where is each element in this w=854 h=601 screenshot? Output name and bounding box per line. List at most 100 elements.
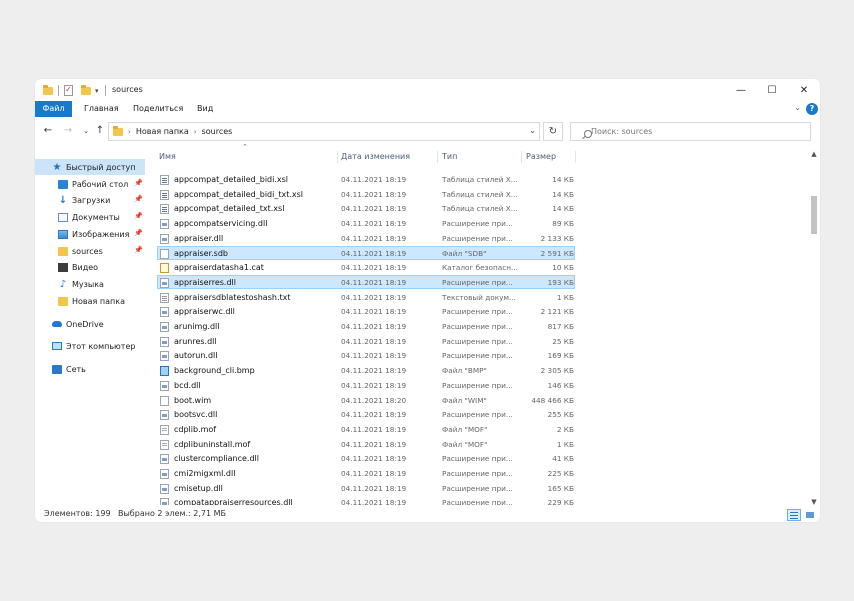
pin-icon[interactable]: 📌 [134,246,143,254]
nav-video[interactable]: Видео [35,259,145,275]
minimize-button[interactable]: — [726,79,756,101]
tab-file[interactable]: Файл [35,101,72,117]
dll-file-icon [160,351,169,362]
large-icons-view-icon[interactable] [803,509,817,521]
nav-downloads[interactable]: ↓ Загрузки 📌 [35,192,145,208]
table-row[interactable]: cmisetup.dll 04.11.2021 18:19 Расширение п… [157,481,575,495]
file-name: appcompat_detailed_txt.xsl [174,204,285,214]
table-row[interactable]: clustercompliance.dll 04.11.2021 18:19 Рас… [157,451,575,465]
table-row[interactable]: appraiserwc.dll 04.11.2021 18:19 Расширени… [157,304,575,318]
ribbon-tabs: Файл Главная Поделиться Вид ⌄ ? [35,101,820,117]
forward-arrow-icon[interactable]: → [61,123,75,139]
scroll-thumb[interactable] [811,196,817,234]
nav-network[interactable]: Сеть [35,361,145,377]
file-size: 1 КБ [556,292,574,302]
dll-file-icon [160,277,169,288]
table-row[interactable]: appraiser.dll 04.11.2021 18:19 Расширение … [157,231,575,245]
documents-icon [58,212,68,222]
nav-music[interactable]: ♪ Музыка [35,276,145,292]
file-name: appraiserdatasha1.cat [174,263,264,273]
customize-quick-access-icon[interactable]: ▾ [95,84,99,97]
nav-quick-access[interactable]: ★ Быстрый доступ [35,159,145,175]
file-name: bcd.dll [174,380,201,390]
table-row[interactable]: appcompat_detailed_bidi_txt.xsl 04.11.202… [157,187,575,201]
address-bar[interactable]: › Новая папка › sources ⌄ [108,122,540,141]
breadcrumb-sources[interactable]: sources [202,127,233,136]
nav-new-folder[interactable]: Новая папка [35,293,145,309]
navigation-pane: ★ Быстрый доступ Рабочий стол 📌 ↓ Загруз… [35,151,147,501]
table-row[interactable]: background_cli.bmp 04.11.2021 18:19 Файл "… [157,363,575,377]
network-icon [52,364,62,374]
table-row[interactable]: cdplibuninstall.mof 04.11.2021 18:19 Файл … [157,437,575,451]
file-size: 2 121 КБ [540,307,574,317]
column-date[interactable]: Дата изменения [341,151,410,163]
file-type: Файл "MOF" [442,424,488,434]
pin-icon[interactable]: 📌 [134,179,143,187]
table-row[interactable]: arunres.dll 04.11.2021 18:19 Расширение пр… [157,334,575,348]
nav-sources[interactable]: sources 📌 [35,243,145,259]
file-name: clustercompliance.dll [174,454,259,464]
table-row[interactable]: appcompatservicing.dll 04.11.2021 18:19 Ра… [157,216,575,230]
tab-share[interactable]: Поделиться [133,101,183,117]
file-type: Таблица стилей X... [442,189,518,199]
column-divider[interactable] [575,151,576,163]
close-button[interactable]: ✕ [789,79,819,101]
table-row[interactable]: appraiserres.dll 04.11.2021 18:19 Расширен… [157,274,575,289]
table-row[interactable]: bcd.dll 04.11.2021 18:19 Расширение при...… [157,378,575,392]
maximize-button[interactable]: ☐ [757,79,787,101]
column-divider[interactable] [337,151,338,163]
file-name: arunimg.dll [174,322,220,331]
back-arrow-icon[interactable]: ← [41,123,55,139]
title-separator [105,84,106,97]
file-name: boot.wim [174,395,212,405]
tab-view[interactable]: Вид [197,101,213,117]
refresh-icon[interactable]: ↻ [543,122,563,141]
table-row[interactable]: compatappraiserresources.dll 04.11.2021 1… [157,495,575,505]
details-view-icon[interactable] [787,509,801,521]
column-divider[interactable] [437,151,438,163]
file-type: Файл "WIM" [442,395,487,405]
table-row[interactable]: autorun.dll 04.11.2021 18:19 Расширение пр… [157,348,575,362]
properties-icon[interactable] [64,84,73,97]
column-name[interactable]: Имя [159,151,176,163]
nav-desktop[interactable]: Рабочий стол 📌 [35,176,145,192]
column-type[interactable]: Тип [442,151,457,163]
vertical-scrollbar[interactable]: ▲ ▼ [808,148,820,508]
pin-icon[interactable]: 📌 [134,212,143,220]
table-row[interactable]: cmi2migxml.dll 04.11.2021 18:19 Расширение… [157,466,575,480]
file-date: 04.11.2021 18:19 [341,219,407,229]
expand-ribbon-icon[interactable]: ⌄ [794,103,801,112]
table-row[interactable]: appraiser.sdb 04.11.2021 18:19 Файл "SDB" 2… [157,245,575,260]
breadcrumb-new-folder[interactable]: Новая папка [136,127,189,136]
help-icon[interactable]: ? [806,103,818,115]
table-row[interactable]: appraisersdblatestoshash.txt 04.11.2021 1… [157,290,575,304]
column-size[interactable]: Размер [526,151,556,163]
nav-pictures[interactable]: Изображения 📌 [35,226,145,242]
table-row[interactable]: arunimg.dll 04.11.2021 18:19 Расширение пр… [157,319,575,333]
recent-locations-icon[interactable]: ⌄ [79,123,93,139]
up-arrow-icon[interactable]: ↑ [93,123,107,139]
new-folder-icon[interactable] [81,84,91,97]
column-divider[interactable] [521,151,522,163]
pin-icon[interactable]: 📌 [134,229,143,237]
scroll-up-icon[interactable]: ▲ [808,148,820,160]
table-row[interactable]: bootsvc.dll 04.11.2021 18:19 Расширение пр… [157,407,575,421]
tab-home[interactable]: Главная [84,101,119,117]
scroll-down-icon[interactable]: ▼ [808,496,820,508]
nav-documents[interactable]: Документы 📌 [35,209,145,225]
search-input[interactable]: Поиск: sources [570,122,811,141]
nav-onedrive[interactable]: OneDrive [35,316,145,332]
nav-this-pc[interactable]: Этот компьютер [35,338,145,354]
chevron-right-icon[interactable]: › [194,128,197,136]
address-dropdown-icon[interactable]: ⌄ [529,126,536,135]
star-icon: ★ [52,161,62,173]
file-type: Расширение при... [442,483,513,493]
table-row[interactable]: appcompat_detailed_txt.xsl 04.11.2021 18:… [157,201,575,215]
file-size: 193 КБ [547,277,574,287]
pin-icon[interactable]: 📌 [134,195,143,203]
table-row[interactable]: appcompat_detailed_bidi.xsl 04.11.2021 18… [157,172,575,186]
table-row[interactable]: cdplib.mof 04.11.2021 18:19 Файл "MOF" 2 КБ [157,422,575,436]
chevron-right-icon[interactable]: › [128,128,131,136]
table-row[interactable]: boot.wim 04.11.2021 18:20 Файл "WIM" 448 46… [157,393,575,407]
table-row[interactable]: appraiserdatasha1.cat 04.11.2021 18:19 Кат… [157,260,575,274]
